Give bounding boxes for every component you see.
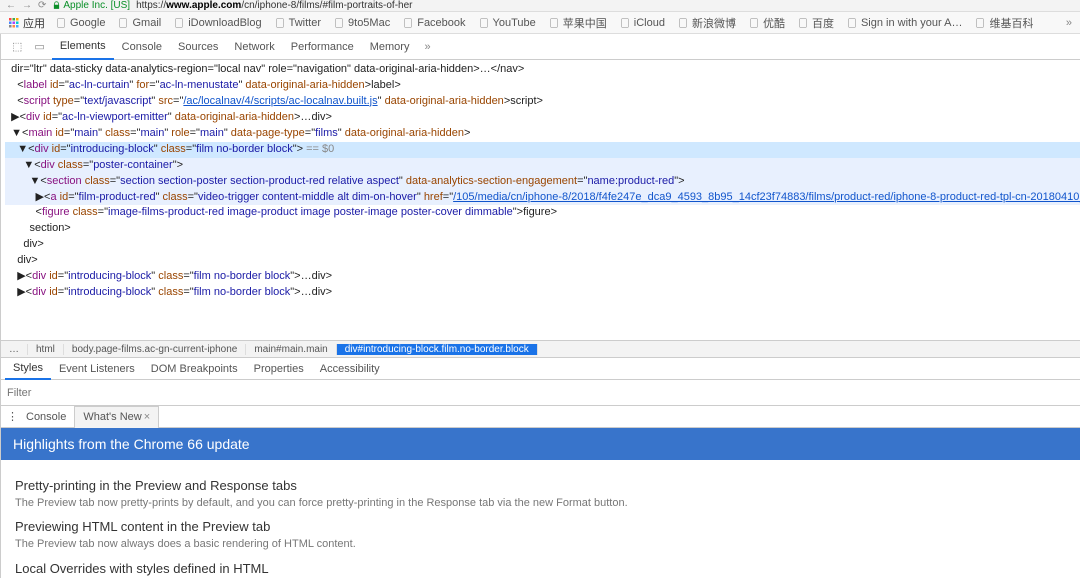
devtools-panel: ⬚ ▭ ElementsConsoleSourcesNetworkPerform… bbox=[0, 34, 1080, 578]
breadcrumb-item[interactable]: … bbox=[1, 344, 28, 355]
styles-tab[interactable]: Accessibility bbox=[312, 358, 388, 380]
page-icon bbox=[974, 17, 986, 29]
bookmark-item[interactable]: Twitter bbox=[274, 15, 321, 31]
styles-tab[interactable]: Styles bbox=[5, 358, 51, 380]
whatsnew-title: Highlights from the Chrome 66 update bbox=[1, 428, 1080, 460]
browser-address-bar: ← → ⟳ Apple Inc. [US] https://www.apple.… bbox=[0, 0, 1080, 12]
page-icon bbox=[173, 17, 185, 29]
page-icon bbox=[274, 17, 286, 29]
url-text[interactable]: https://www.apple.com/cn/iphone-8/films/… bbox=[136, 0, 412, 11]
page-icon bbox=[478, 17, 490, 29]
styles-toolbar: :hov .cls ＋ position 0 bbox=[1, 380, 1080, 406]
whatsnew-text: The Preview tab now pretty-prints by def… bbox=[15, 496, 1080, 511]
whatsnew-heading: Local Overrides with styles defined in H… bbox=[15, 561, 1080, 576]
apps-icon bbox=[8, 17, 20, 29]
page-icon bbox=[55, 17, 67, 29]
reload-icon[interactable]: ⟳ bbox=[38, 0, 46, 11]
bookmark-item[interactable]: Gmail bbox=[117, 15, 161, 31]
page-icon bbox=[117, 17, 129, 29]
back-icon[interactable]: ← bbox=[6, 0, 16, 11]
bookmarks-bar: 应用 Google Gmail iDownloadBlog Twitter 9to5Ma… bbox=[0, 12, 1080, 34]
lock-icon bbox=[52, 1, 61, 10]
page-icon bbox=[402, 17, 414, 29]
bookmark-item[interactable]: 百度 bbox=[797, 15, 834, 31]
drawer-tab[interactable]: What's New× bbox=[74, 406, 159, 428]
whatsnew-heading: Pretty-printing in the Preview and Respo… bbox=[15, 478, 1080, 493]
drawer-tabbar: ⋮ ConsoleWhat's New× ✕ bbox=[1, 406, 1080, 428]
bookmark-item[interactable]: iCloud bbox=[619, 15, 665, 31]
page-icon bbox=[748, 17, 760, 29]
bookmark-item[interactable]: 新浪微博 bbox=[677, 15, 736, 31]
bookmark-item[interactable]: Facebook bbox=[402, 15, 465, 31]
close-icon[interactable]: × bbox=[144, 411, 150, 423]
styles-tab[interactable]: DOM Breakpoints bbox=[143, 358, 246, 380]
page-icon bbox=[619, 17, 631, 29]
page-icon bbox=[846, 17, 858, 29]
device-mode-icon[interactable]: ▭ bbox=[29, 40, 49, 53]
whatsnew-heading: Previewing HTML content in the Preview t… bbox=[15, 519, 1080, 534]
whatsnew-text: The Preview tab now always does a basic … bbox=[15, 537, 1080, 552]
breadcrumb-item[interactable]: div#introducing-block.film.no-border.blo… bbox=[337, 344, 538, 355]
devtools-tabbar: ⬚ ▭ ElementsConsoleSourcesNetworkPerform… bbox=[1, 34, 1080, 60]
devtools-tab[interactable]: Memory bbox=[362, 34, 418, 60]
apps-button[interactable]: 应用 bbox=[8, 15, 45, 31]
page-icon bbox=[333, 17, 345, 29]
breadcrumb[interactable]: …htmlbody.page-films.ac-gn-current-iphon… bbox=[1, 340, 1080, 358]
more-tabs-icon[interactable]: » bbox=[419, 41, 435, 53]
page-icon bbox=[797, 17, 809, 29]
bookmark-item[interactable]: Sign in with your A… bbox=[846, 15, 963, 31]
styles-filter-input[interactable] bbox=[7, 387, 1080, 399]
devtools-tab[interactable]: Sources bbox=[170, 34, 226, 60]
page-icon bbox=[677, 17, 689, 29]
devtools-tab[interactable]: Performance bbox=[283, 34, 362, 60]
page-icon bbox=[548, 17, 560, 29]
bookmark-item[interactable]: 优酷 bbox=[748, 15, 785, 31]
devtools-tab[interactable]: Console bbox=[114, 34, 170, 60]
styles-tab[interactable]: Event Listeners bbox=[51, 358, 143, 380]
whatsnew-body: Pretty-printing in the Preview and Respo… bbox=[1, 460, 1080, 578]
bookmark-item[interactable]: 苹果中国 bbox=[548, 15, 607, 31]
breadcrumb-item[interactable]: html bbox=[28, 344, 64, 355]
forward-icon[interactable]: → bbox=[22, 0, 32, 11]
bookmark-item[interactable]: iDownloadBlog bbox=[173, 15, 261, 31]
drawer-menu-icon[interactable]: ⋮ bbox=[7, 410, 18, 423]
bookmark-item[interactable]: 维基百科 bbox=[974, 15, 1033, 31]
inspect-element-icon[interactable]: ⬚ bbox=[7, 40, 27, 53]
devtools-tab[interactable]: Elements bbox=[52, 34, 114, 60]
drawer-tab[interactable]: Console bbox=[18, 406, 74, 428]
dom-tree[interactable]: dir="ltr" data-sticky data-analytics-reg… bbox=[1, 60, 1080, 340]
bookmark-item[interactable]: 9to5Mac bbox=[333, 15, 390, 31]
devtools-tab[interactable]: Network bbox=[226, 34, 282, 60]
styles-tabbar: StylesEvent ListenersDOM BreakpointsProp… bbox=[1, 358, 1080, 380]
breadcrumb-item[interactable]: main#main.main bbox=[246, 344, 336, 355]
styles-tab[interactable]: Properties bbox=[246, 358, 312, 380]
bookmark-item[interactable]: YouTube bbox=[478, 15, 536, 31]
bookmark-item[interactable]: Google bbox=[55, 15, 105, 31]
overflow-icon[interactable]: » bbox=[1066, 17, 1072, 29]
breadcrumb-item[interactable]: body.page-films.ac-gn-current-iphone bbox=[64, 344, 246, 355]
secure-badge: Apple Inc. [US] bbox=[52, 0, 130, 11]
